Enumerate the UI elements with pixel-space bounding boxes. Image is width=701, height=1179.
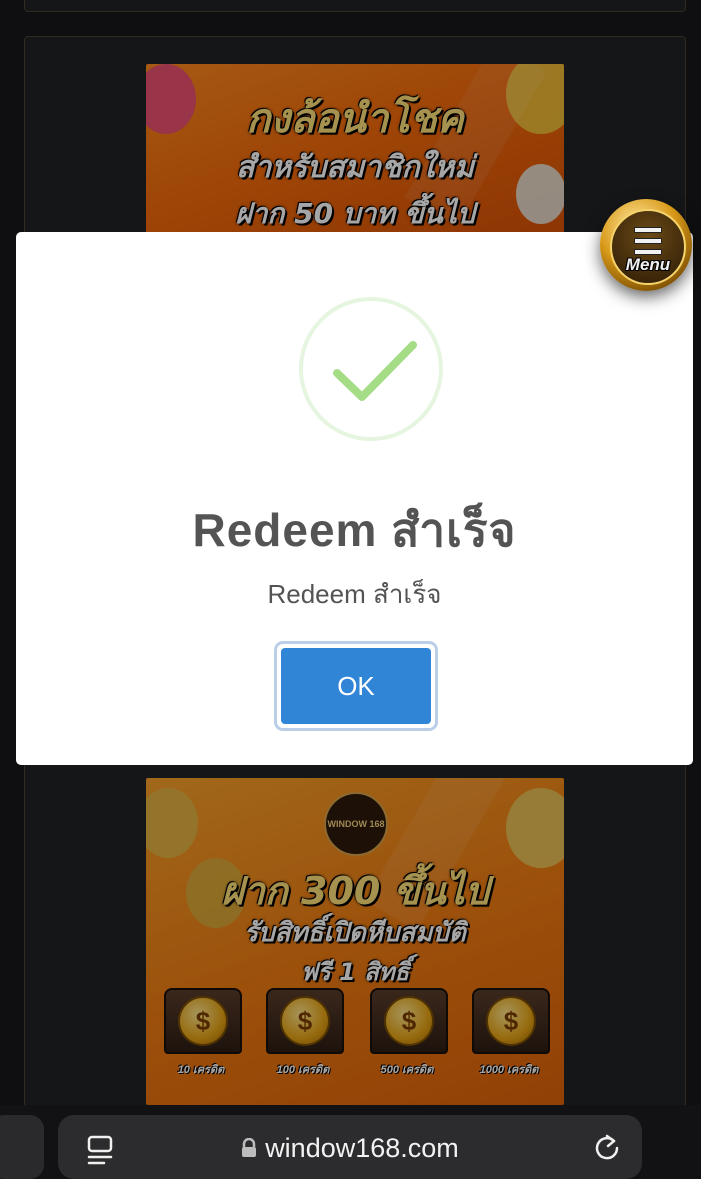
floating-menu-button[interactable]: Menu: [600, 199, 692, 291]
menu-button-face: Menu: [610, 209, 686, 285]
previous-tab[interactable]: [0, 1115, 44, 1179]
dialog-title: Redeem สำเร็จ: [192, 504, 517, 556]
success-check-icon: [299, 297, 443, 441]
url-display[interactable]: window168.com: [58, 1133, 642, 1165]
address-bar[interactable]: window168.com: [58, 1115, 642, 1179]
dialog-message: Redeem สำเร็จ: [267, 579, 442, 609]
ok-button-focus-ring: OK: [277, 644, 435, 728]
lock-icon: [241, 1134, 257, 1165]
ok-button[interactable]: OK: [281, 648, 431, 724]
url-text: window168.com: [265, 1133, 459, 1163]
menu-label: Menu: [625, 255, 671, 274]
reload-icon[interactable]: [592, 1133, 622, 1168]
browser-toolbar: window168.com: [0, 1105, 701, 1179]
success-dialog: Redeem สำเร็จ Redeem สำเร็จ OK: [16, 232, 693, 765]
